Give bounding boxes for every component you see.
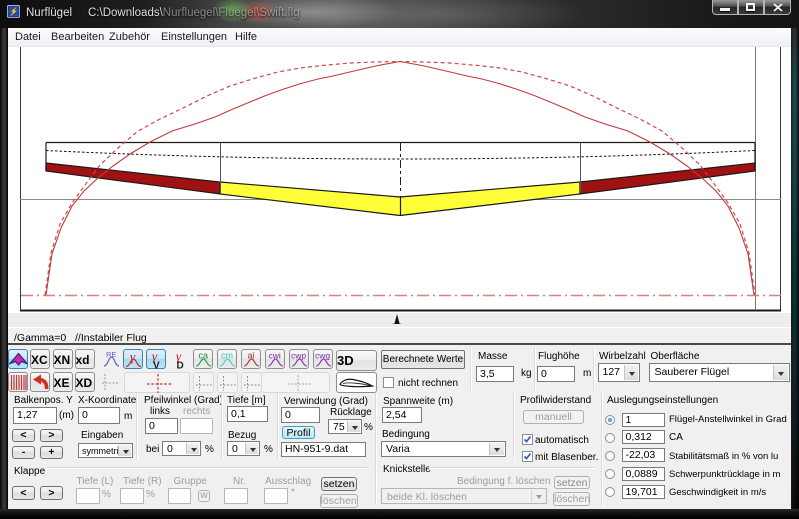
svg-text:V: V [153, 361, 160, 370]
svg-text:D: D [177, 361, 184, 371]
